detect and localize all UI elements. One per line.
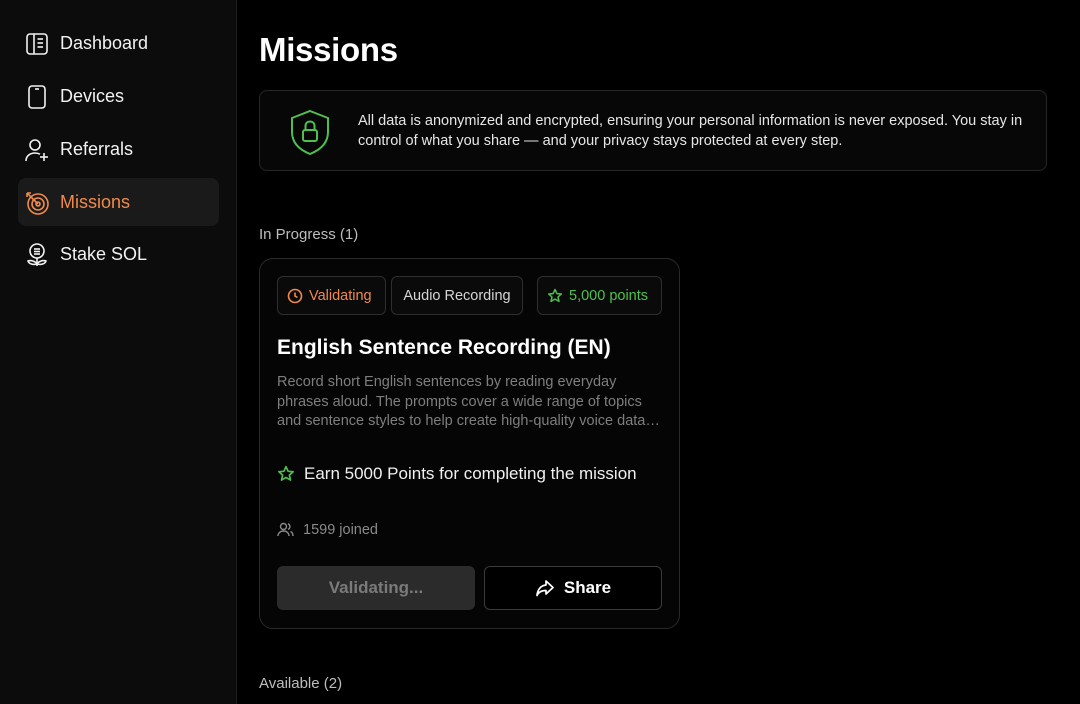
points-badge: 5,000 points — [537, 276, 662, 315]
mission-reward: Earn 5000 Points for completing the miss… — [277, 464, 637, 484]
sidebar-item-missions[interactable]: Missions — [18, 178, 219, 226]
star-icon — [547, 288, 563, 302]
stake-icon — [26, 243, 48, 266]
page-title: Missions — [259, 31, 398, 68]
target-icon — [26, 192, 49, 215]
share-button[interactable]: Share — [484, 566, 662, 610]
sidebar-item-dashboard[interactable]: Dashboard — [18, 19, 219, 67]
mission-title: English Sentence Recording (EN) — [277, 336, 611, 359]
mission-reward-text: Earn 5000 Points for completing the miss… — [304, 464, 637, 483]
sidebar-item-referrals[interactable]: Referrals — [18, 125, 219, 173]
mission-type-badge: Audio Recording — [391, 276, 523, 315]
share-button-label: Share — [563, 578, 612, 597]
status-badge: Validating — [277, 276, 386, 315]
section-available-label: Available (2) — [259, 675, 343, 692]
section-in-progress-label: In Progress (1) — [259, 226, 359, 243]
sidebar-item-label: Referrals — [60, 139, 134, 159]
add-user-icon — [25, 139, 48, 162]
privacy-notice: All data is anonymized and encrypted, en… — [259, 90, 1047, 171]
shield-lock-icon — [291, 109, 329, 156]
mission-type-label: Audio Recording — [403, 287, 511, 304]
joined-count-text: 1599 joined — [303, 521, 378, 538]
validating-button[interactable]: Validating... — [277, 566, 475, 610]
mission-description: Record short English sentences by readin… — [277, 374, 646, 429]
device-icon — [28, 85, 46, 109]
share-icon — [536, 580, 554, 597]
sidebar-item-label: Devices — [60, 86, 125, 106]
joined-count: 1599 joined — [277, 521, 378, 538]
clock-icon — [287, 288, 303, 303]
sidebar-item-label: Missions — [60, 192, 131, 212]
users-icon — [277, 522, 294, 537]
sidebar-item-label: Dashboard — [60, 33, 149, 53]
sidebar: Dashboard Devices Referrals Missions Sta… — [0, 0, 237, 704]
status-badge-label: Validating — [309, 287, 372, 304]
main-content: Missions All data is anonymized and encr… — [237, 0, 1080, 704]
points-badge-label: 5,000 points — [569, 287, 649, 304]
dashboard-icon — [26, 33, 48, 55]
sidebar-item-label: Stake SOL — [60, 244, 148, 264]
sidebar-item-stake-sol[interactable]: Stake SOL — [18, 230, 219, 278]
mission-card[interactable]: Validating Audio Recording 5,000 points … — [259, 258, 680, 629]
star-icon — [278, 465, 294, 481]
privacy-notice-text: All data is anonymized and encrypted, en… — [358, 113, 1023, 149]
sidebar-item-devices[interactable]: Devices — [18, 72, 219, 120]
